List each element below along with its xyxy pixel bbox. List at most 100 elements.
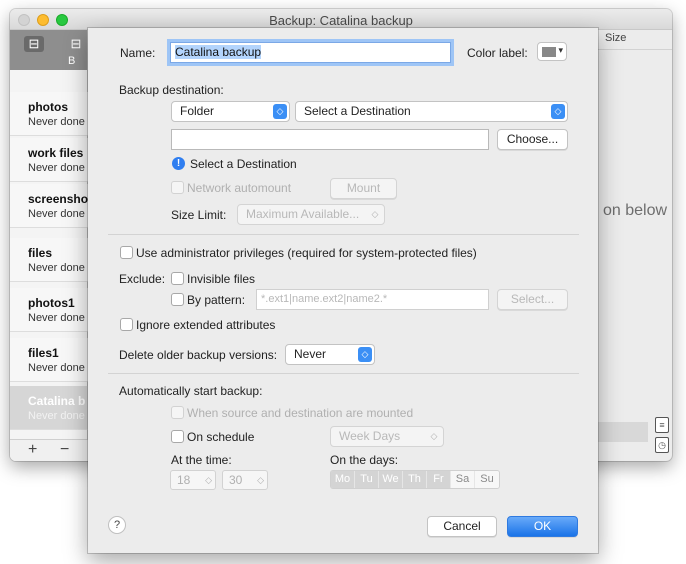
day-fr[interactable]: Fr bbox=[427, 471, 451, 488]
popup-chevron-icon: ◇ bbox=[371, 209, 379, 219]
delete-older-popup[interactable]: Never ◇ bbox=[285, 344, 375, 365]
sidebar-item-status: Never done bbox=[28, 116, 85, 128]
chevron-down-icon: ▾ bbox=[558, 45, 563, 55]
stepper-icon: ◇ bbox=[205, 475, 212, 485]
day-th[interactable]: Th bbox=[403, 471, 427, 488]
cancel-button[interactable]: Cancel bbox=[427, 516, 497, 537]
sidebar-header: ⊟ ⊟ B bbox=[10, 30, 87, 70]
sidebar-item-name: files bbox=[28, 246, 53, 260]
pattern-field[interactable]: *.ext1|name.ext2|name2.* bbox=[256, 289, 489, 310]
sidebar-item-status: Never done bbox=[28, 312, 85, 324]
sidebar-item-name: photos1 bbox=[28, 296, 75, 310]
help-button[interactable]: ? bbox=[108, 516, 126, 534]
sidebar-item-photos1[interactable]: photos1 Never done bbox=[10, 288, 88, 332]
archive-tab-icon[interactable]: ⊟ bbox=[66, 36, 86, 52]
admin-privileges-checkbox[interactable] bbox=[120, 246, 133, 259]
sidebar-item-name: Catalina b bbox=[28, 394, 86, 408]
backup-destination-label: Backup destination: bbox=[119, 83, 224, 97]
size-limit-label: Size Limit: bbox=[171, 208, 227, 222]
size-column-header[interactable]: Size bbox=[605, 32, 626, 44]
on-schedule-label: On schedule bbox=[187, 430, 255, 444]
backup-settings-sheet: Name: Catalina backup Color label: ▾ Bac… bbox=[88, 28, 598, 553]
destination-path-field[interactable] bbox=[171, 129, 489, 150]
sidebar-item-name: files1 bbox=[28, 346, 59, 360]
sidebar-tab-label: B bbox=[68, 55, 76, 67]
delete-older-value: Never bbox=[294, 347, 327, 361]
header-divider bbox=[596, 49, 672, 50]
popup-chevron-icon: ◇ bbox=[358, 347, 372, 362]
size-limit-value: Maximum Available... bbox=[246, 207, 360, 221]
sidebar-item-status: Never done bbox=[28, 362, 85, 374]
name-label: Name: bbox=[120, 46, 156, 60]
document-icon[interactable]: ≡ bbox=[655, 417, 669, 433]
schedule-popup[interactable]: Week Days ◇ bbox=[330, 426, 444, 447]
color-label-label: Color label: bbox=[467, 46, 528, 60]
sidebar-item-work-files[interactable]: work files Never done bbox=[10, 138, 88, 182]
sidebar-item-status: Never done bbox=[28, 262, 85, 274]
exclude-label: Exclude: bbox=[119, 272, 166, 286]
window-title: Backup: Catalina backup bbox=[269, 13, 413, 28]
color-swatch bbox=[542, 47, 556, 57]
sidebar-item-status: Never done bbox=[28, 162, 85, 174]
choose-button[interactable]: Choose... bbox=[497, 129, 568, 150]
on-days-label: On the days: bbox=[330, 453, 399, 467]
day-su[interactable]: Su bbox=[475, 471, 499, 488]
status-bar-area bbox=[596, 422, 648, 442]
on-schedule-checkbox[interactable] bbox=[171, 430, 184, 443]
clock-icon[interactable]: ◷ bbox=[655, 437, 669, 453]
when-mounted-checkbox[interactable] bbox=[171, 406, 184, 419]
popup-chevron-icon: ◇ bbox=[430, 431, 438, 441]
sidebar-footer: + − bbox=[10, 439, 88, 461]
hour-value: 18 bbox=[177, 473, 191, 487]
size-limit-popup[interactable]: Maximum Available... ◇ bbox=[237, 204, 385, 225]
ignore-attributes-checkbox[interactable] bbox=[120, 318, 133, 331]
invisible-files-label: Invisible files bbox=[187, 272, 256, 286]
popup-chevron-icon: ◇ bbox=[551, 104, 565, 119]
mount-button[interactable]: Mount bbox=[330, 178, 397, 199]
destination-type-popup[interactable]: Folder ◇ bbox=[171, 101, 290, 122]
sidebar-item-photos[interactable]: photos Never done bbox=[10, 92, 88, 136]
backups-tab-icon[interactable]: ⊟ bbox=[24, 36, 44, 52]
remove-backup-button[interactable]: − bbox=[60, 441, 69, 459]
sidebar-item-name: screenshots bbox=[28, 192, 99, 206]
destination-type-value: Folder bbox=[180, 104, 215, 118]
sidebar-item-files[interactable]: files Never done bbox=[10, 238, 88, 282]
select-pattern-button[interactable]: Select... bbox=[497, 289, 568, 310]
invisible-files-checkbox[interactable] bbox=[171, 272, 184, 285]
by-pattern-checkbox[interactable] bbox=[171, 293, 184, 306]
add-backup-button[interactable]: + bbox=[28, 441, 37, 459]
when-mounted-label: When source and destination are mounted bbox=[187, 406, 414, 420]
day-mo[interactable]: Mo bbox=[331, 471, 355, 488]
destination-select-popup[interactable]: Select a Destination ◇ bbox=[295, 101, 568, 122]
hour-stepper[interactable]: 18 ◇ bbox=[170, 470, 216, 490]
stepper-icon: ◇ bbox=[257, 475, 264, 485]
at-time-label: At the time: bbox=[171, 453, 232, 467]
sidebar-item-screenshots[interactable]: screenshots Never done bbox=[10, 184, 99, 228]
destination-select-value: Select a Destination bbox=[304, 104, 411, 118]
ok-button[interactable]: OK bbox=[507, 516, 578, 537]
sidebar-item-status: Never done bbox=[28, 410, 85, 422]
sidebar-item-files1[interactable]: files1 Never done bbox=[10, 338, 88, 382]
sidebar-item-catalina-backup[interactable]: Catalina b Never done bbox=[10, 386, 88, 430]
schedule-value: Week Days bbox=[339, 429, 401, 443]
days-segmented-control: Mo Tu We Th Fr Sa Su bbox=[330, 470, 500, 489]
by-pattern-label: By pattern: bbox=[187, 293, 246, 307]
network-automount-checkbox[interactable] bbox=[171, 181, 184, 194]
sidebar-item-name: photos bbox=[28, 100, 68, 114]
auto-start-label: Automatically start backup: bbox=[119, 384, 263, 398]
minute-value: 30 bbox=[229, 473, 243, 487]
admin-privileges-label: Use administrator privileges (required f… bbox=[136, 246, 477, 260]
title-bar[interactable]: Backup: Catalina backup bbox=[10, 9, 672, 30]
backup-list-sidebar: ⊟ ⊟ B photos Never done work files Never… bbox=[10, 30, 99, 461]
minute-stepper[interactable]: 30 ◇ bbox=[222, 470, 268, 490]
divider bbox=[108, 234, 579, 235]
day-tu[interactable]: Tu bbox=[355, 471, 379, 488]
warning-icon: ! bbox=[172, 157, 185, 170]
sidebar-item-name: work files bbox=[28, 146, 84, 160]
day-we[interactable]: We bbox=[379, 471, 403, 488]
name-field[interactable]: Catalina backup bbox=[170, 42, 451, 63]
divider bbox=[108, 373, 579, 374]
day-sa[interactable]: Sa bbox=[451, 471, 475, 488]
sidebar-item-status: Never done bbox=[28, 208, 85, 220]
color-label-picker[interactable]: ▾ bbox=[537, 42, 567, 61]
